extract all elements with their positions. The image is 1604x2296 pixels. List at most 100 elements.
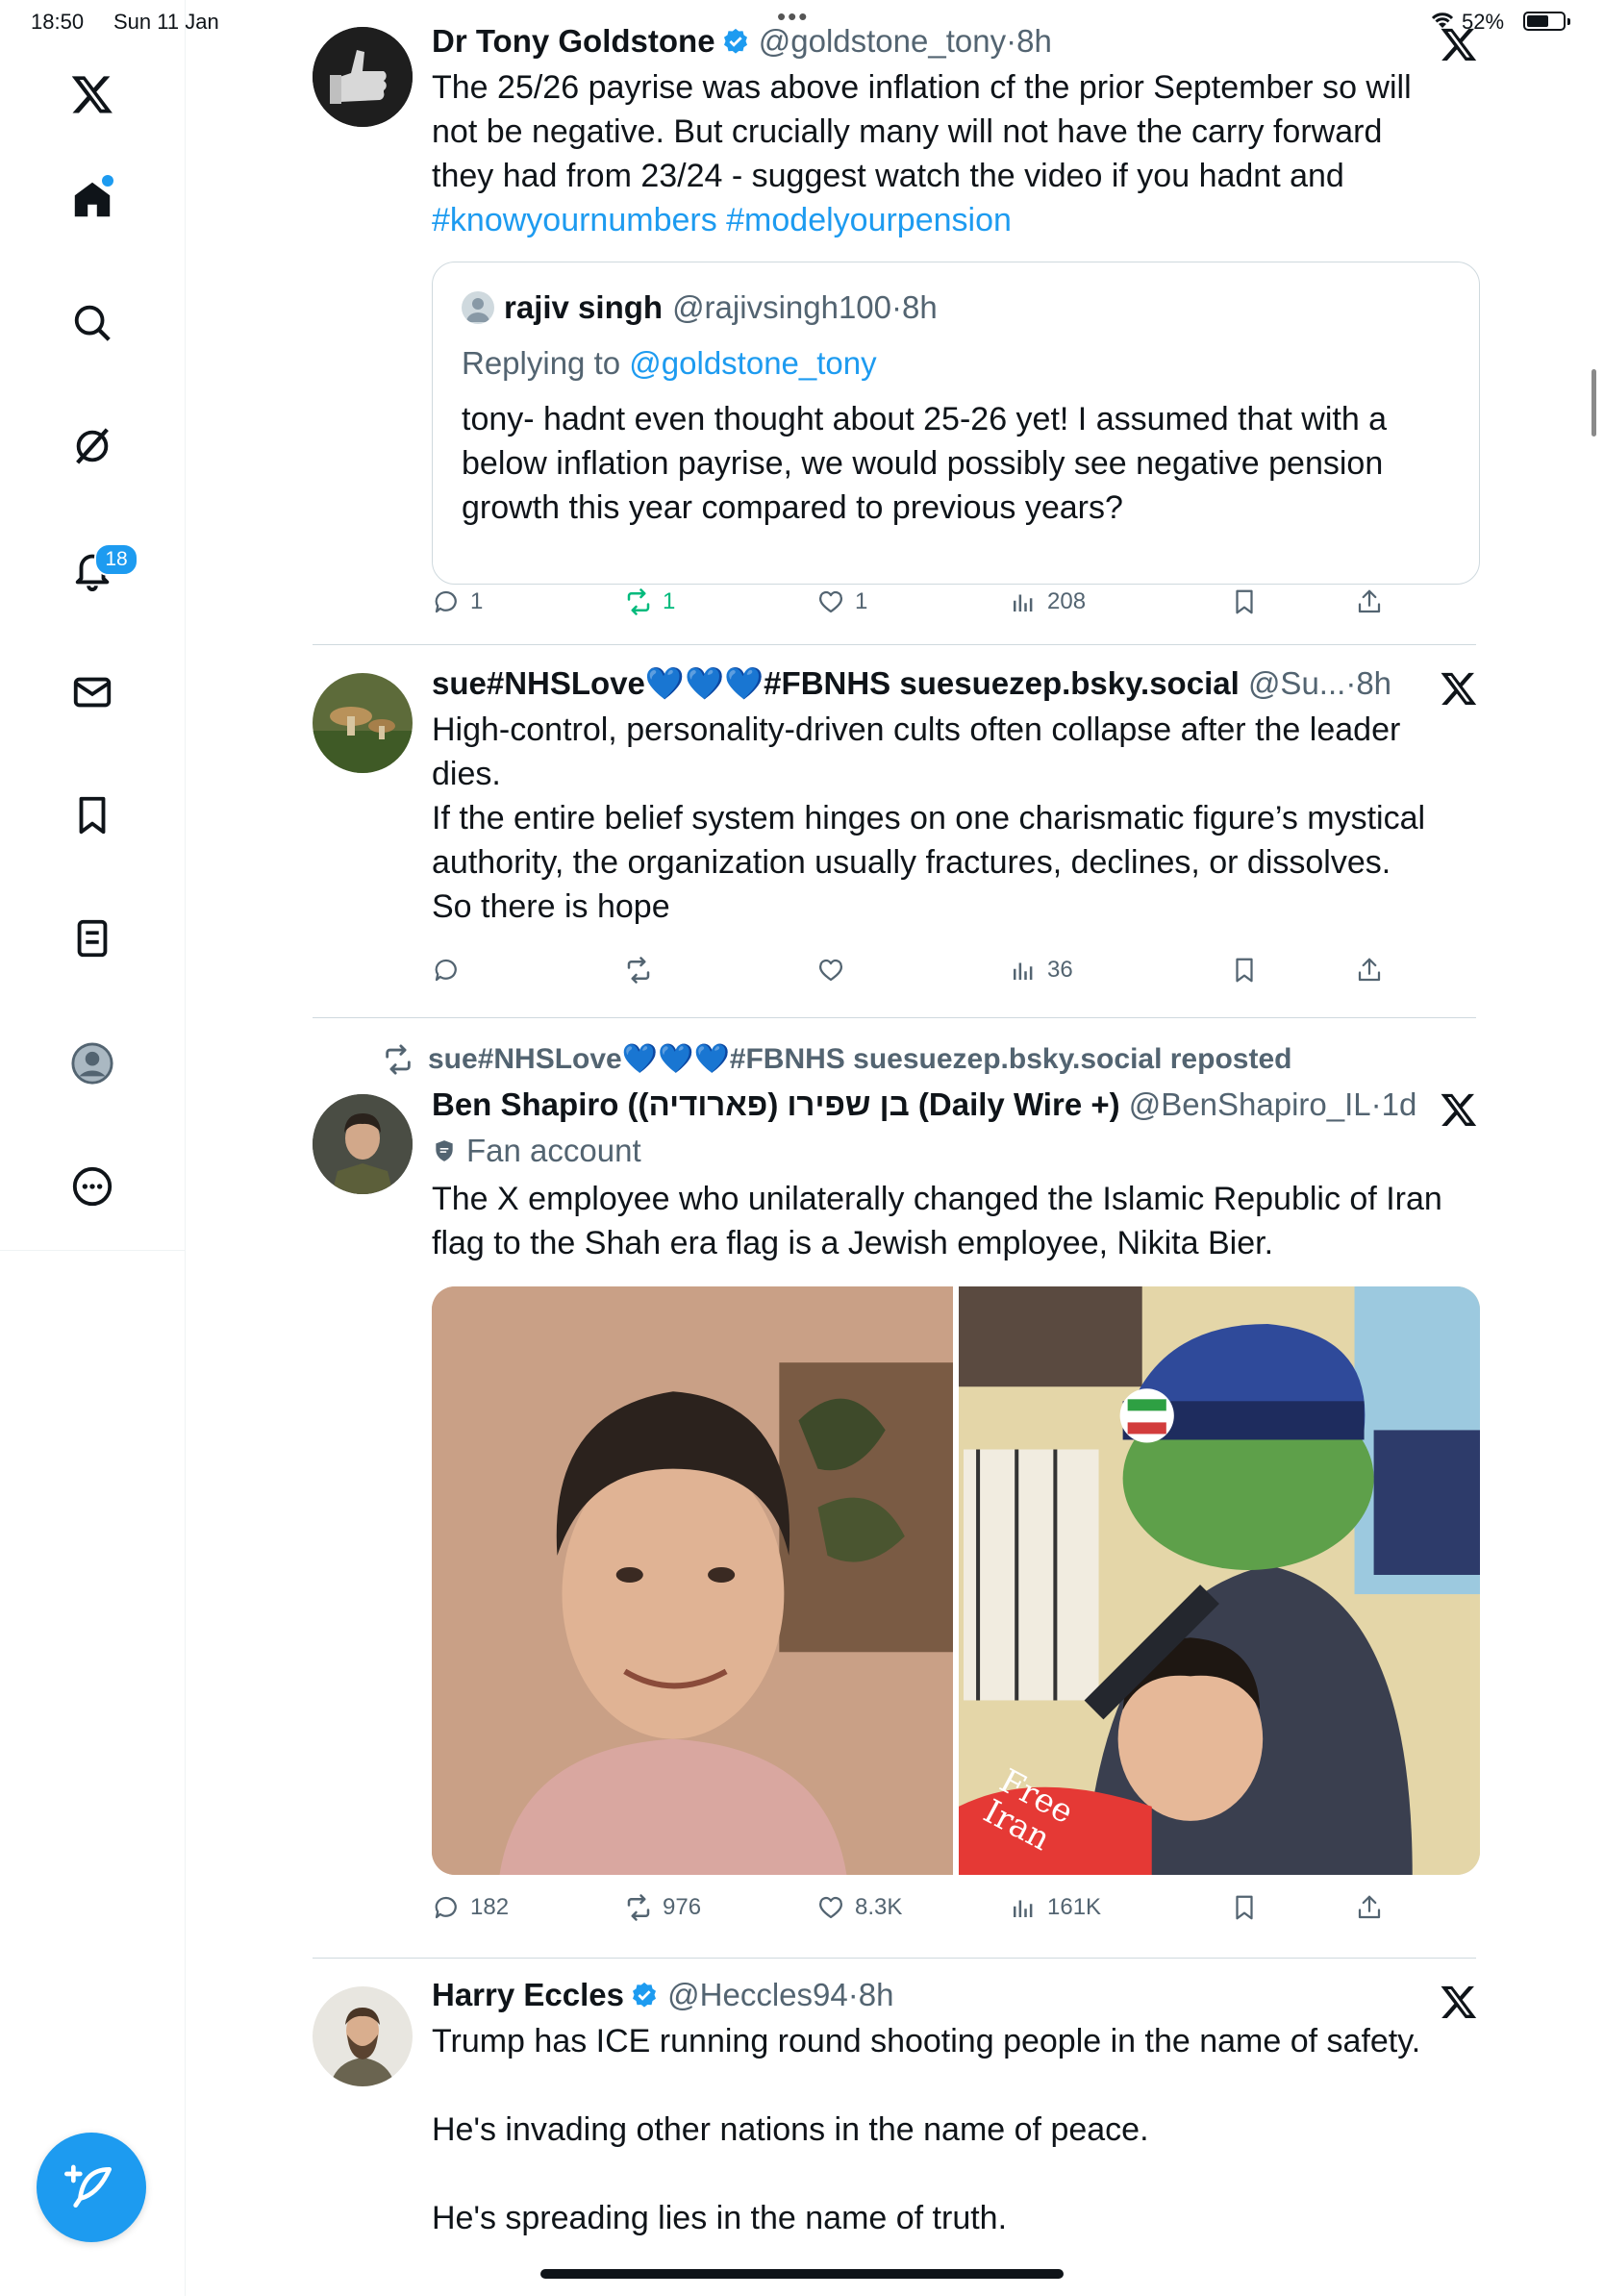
tweet-harry-eccles[interactable]: Harry Eccles @Heccles94·8h Trump has ICE…	[313, 1977, 1478, 2265]
avatar[interactable]	[313, 673, 413, 773]
home-indicator[interactable]	[540, 2269, 1064, 2279]
timestamp[interactable]: 8h	[1356, 665, 1391, 701]
x-logo-icon[interactable]	[63, 65, 121, 123]
x-logo-icon[interactable]	[1440, 1090, 1478, 1129]
tweet-text: The 25/26 payrise was above inflation cf…	[432, 65, 1451, 242]
replying-to: Replying to @goldstone_tony	[462, 345, 877, 382]
share-button[interactable]	[1355, 583, 1384, 621]
author-handle[interactable]: @Heccles94	[667, 1977, 848, 2012]
tweet-line: If the entire belief system hinges on on…	[432, 800, 1426, 881]
avatar[interactable]	[313, 1986, 413, 2086]
reposted-by-text[interactable]: sue#NHSLove💙💙💙#FBNHS suesuezep.bsky.soci…	[428, 1042, 1291, 1076]
sidebar: 18	[0, 0, 186, 2296]
search-icon[interactable]	[63, 294, 121, 352]
share-button[interactable]	[1355, 951, 1384, 989]
like-button[interactable]: 1	[816, 583, 867, 621]
feather-plus-icon	[64, 2164, 112, 2208]
views-button[interactable]: 208	[1009, 583, 1086, 621]
compose-post-button[interactable]	[37, 2133, 146, 2242]
dot-separator: ·	[891, 289, 903, 325]
verified-badge-icon	[723, 28, 747, 54]
timestamp[interactable]: 8h	[1016, 23, 1052, 59]
views-chart-icon	[1014, 1900, 1033, 1917]
tweet-header: Ben Shapiro (בן שפירו (פארודיה) (Daily W…	[432, 1086, 1416, 1123]
author-handle[interactable]: @Su...	[1248, 665, 1345, 701]
like-button[interactable]	[816, 951, 855, 989]
bookmark-button[interactable]	[1230, 951, 1259, 989]
tweet-text-main: The 25/26 payrise was above inflation cf…	[432, 69, 1412, 194]
messages-mail-icon[interactable]	[63, 663, 121, 721]
like-button[interactable]: 8.3K	[816, 1888, 902, 1927]
author-name[interactable]: Dr Tony Goldstone	[432, 23, 715, 59]
share-button[interactable]	[1355, 1888, 1384, 1927]
illustration-pepe-soldier[interactable]: Free Iran	[959, 1286, 1480, 1875]
reply-icon	[435, 590, 457, 613]
replying-to-handle[interactable]: @goldstone_tony	[629, 345, 876, 381]
photo-man-video-call[interactable]	[432, 1286, 953, 1875]
heart-icon	[818, 1896, 843, 1919]
tweet-ben-shapiro-repost[interactable]: sue#NHSLove💙💙💙#FBNHS suesuezep.bsky.soci…	[313, 1042, 1480, 1946]
more-options-icon[interactable]	[63, 1158, 121, 1215]
reply-icon	[435, 1896, 457, 1919]
reply-button[interactable]: 182	[432, 1888, 509, 1927]
share-icon	[1358, 589, 1381, 613]
tweet-divider	[313, 644, 1476, 645]
bookmarks-icon[interactable]	[63, 786, 121, 844]
dot-separator: ·	[1345, 665, 1357, 701]
avatar[interactable]	[313, 1094, 413, 1194]
grok-icon[interactable]	[63, 417, 121, 475]
bookmark-button[interactable]	[1230, 583, 1259, 621]
quote-author-name: rajiv singh	[504, 289, 664, 325]
media-grid[interactable]: Free Iran	[432, 1286, 1480, 1875]
views-button[interactable]: 36	[1009, 951, 1073, 989]
dot-separator: ·	[1006, 23, 1017, 59]
reply-button[interactable]	[432, 951, 470, 989]
reposted-by-line: sue#NHSLove💙💙💙#FBNHS suesuezep.bsky.soci…	[382, 1042, 1291, 1076]
share-icon	[1358, 958, 1381, 982]
x-logo-icon[interactable]	[1440, 1983, 1478, 2021]
author-name[interactable]: Harry Eccles	[432, 1977, 624, 2012]
tweet-divider	[313, 1017, 1476, 1018]
like-count: 1	[855, 588, 868, 614]
reply-button[interactable]: 1	[432, 583, 483, 621]
views-chart-icon	[1014, 962, 1033, 980]
tweet-actions: 1 1 1 208	[432, 583, 1451, 621]
repost-count: 976	[663, 1894, 702, 1920]
tweet-header: Dr Tony Goldstone @goldstone_tony·8h	[432, 23, 1052, 60]
views-count: 36	[1047, 957, 1073, 983]
repost-button[interactable]: 1	[624, 583, 675, 621]
quote-avatar[interactable]	[462, 291, 494, 324]
avatar[interactable]	[313, 27, 413, 127]
x-logo-icon[interactable]	[1440, 669, 1478, 708]
tweet-sue[interactable]: sue#NHSLove💙💙💙#FBNHS suesuezep.bsky.soci…	[313, 665, 1478, 1002]
repost-button[interactable]: 976	[624, 1888, 701, 1927]
fan-account-label: Fan account	[432, 1133, 641, 1169]
timestamp[interactable]: 8h	[859, 1977, 894, 2012]
author-handle[interactable]: @goldstone_tony	[759, 23, 1006, 59]
shield-icon	[436, 1140, 453, 1161]
lists-icon[interactable]	[63, 910, 121, 967]
tweet-line: He's spreading lies in the name of truth…	[432, 2200, 1008, 2236]
author-handle[interactable]: @BenShapiro_IL	[1129, 1086, 1371, 1122]
scrollbar-thumb[interactable]	[1591, 369, 1596, 437]
repost-icon	[627, 1894, 650, 1921]
reply-count: 182	[470, 1894, 510, 1920]
author-name[interactable]: Ben Shapiro (בן שפירו (פארודיה) (Daily W…	[432, 1086, 1120, 1122]
tweet-goldstone[interactable]: Dr Tony Goldstone @goldstone_tony·8h The…	[313, 23, 1480, 638]
bookmark-button[interactable]	[1230, 1888, 1259, 1927]
x-logo-icon[interactable]	[1440, 25, 1478, 63]
views-button[interactable]: 161K	[1009, 1888, 1101, 1927]
hashtags-link[interactable]: #knowyournumbers #modelyourpension	[432, 198, 1451, 242]
profile-avatar-icon[interactable]	[63, 1035, 121, 1092]
bookmark-icon	[1236, 589, 1253, 614]
repost-count: 1	[663, 588, 676, 614]
repost-button[interactable]	[624, 951, 663, 989]
home-unread-dot	[102, 175, 113, 187]
quoted-tweet[interactable]: rajiv singh @rajivsingh100 · 8h Replying t…	[432, 262, 1480, 585]
heart-icon	[818, 959, 843, 982]
timestamp[interactable]: 1d	[1382, 1086, 1417, 1122]
replying-to-prefix: Replying to	[462, 345, 621, 381]
tweet-text: The X employee who unilaterally changed …	[432, 1181, 1442, 1261]
author-name[interactable]: sue#NHSLove💙💙💙#FBNHS suesuezep.bsky.soci…	[432, 665, 1240, 701]
reply-count: 1	[470, 588, 484, 614]
